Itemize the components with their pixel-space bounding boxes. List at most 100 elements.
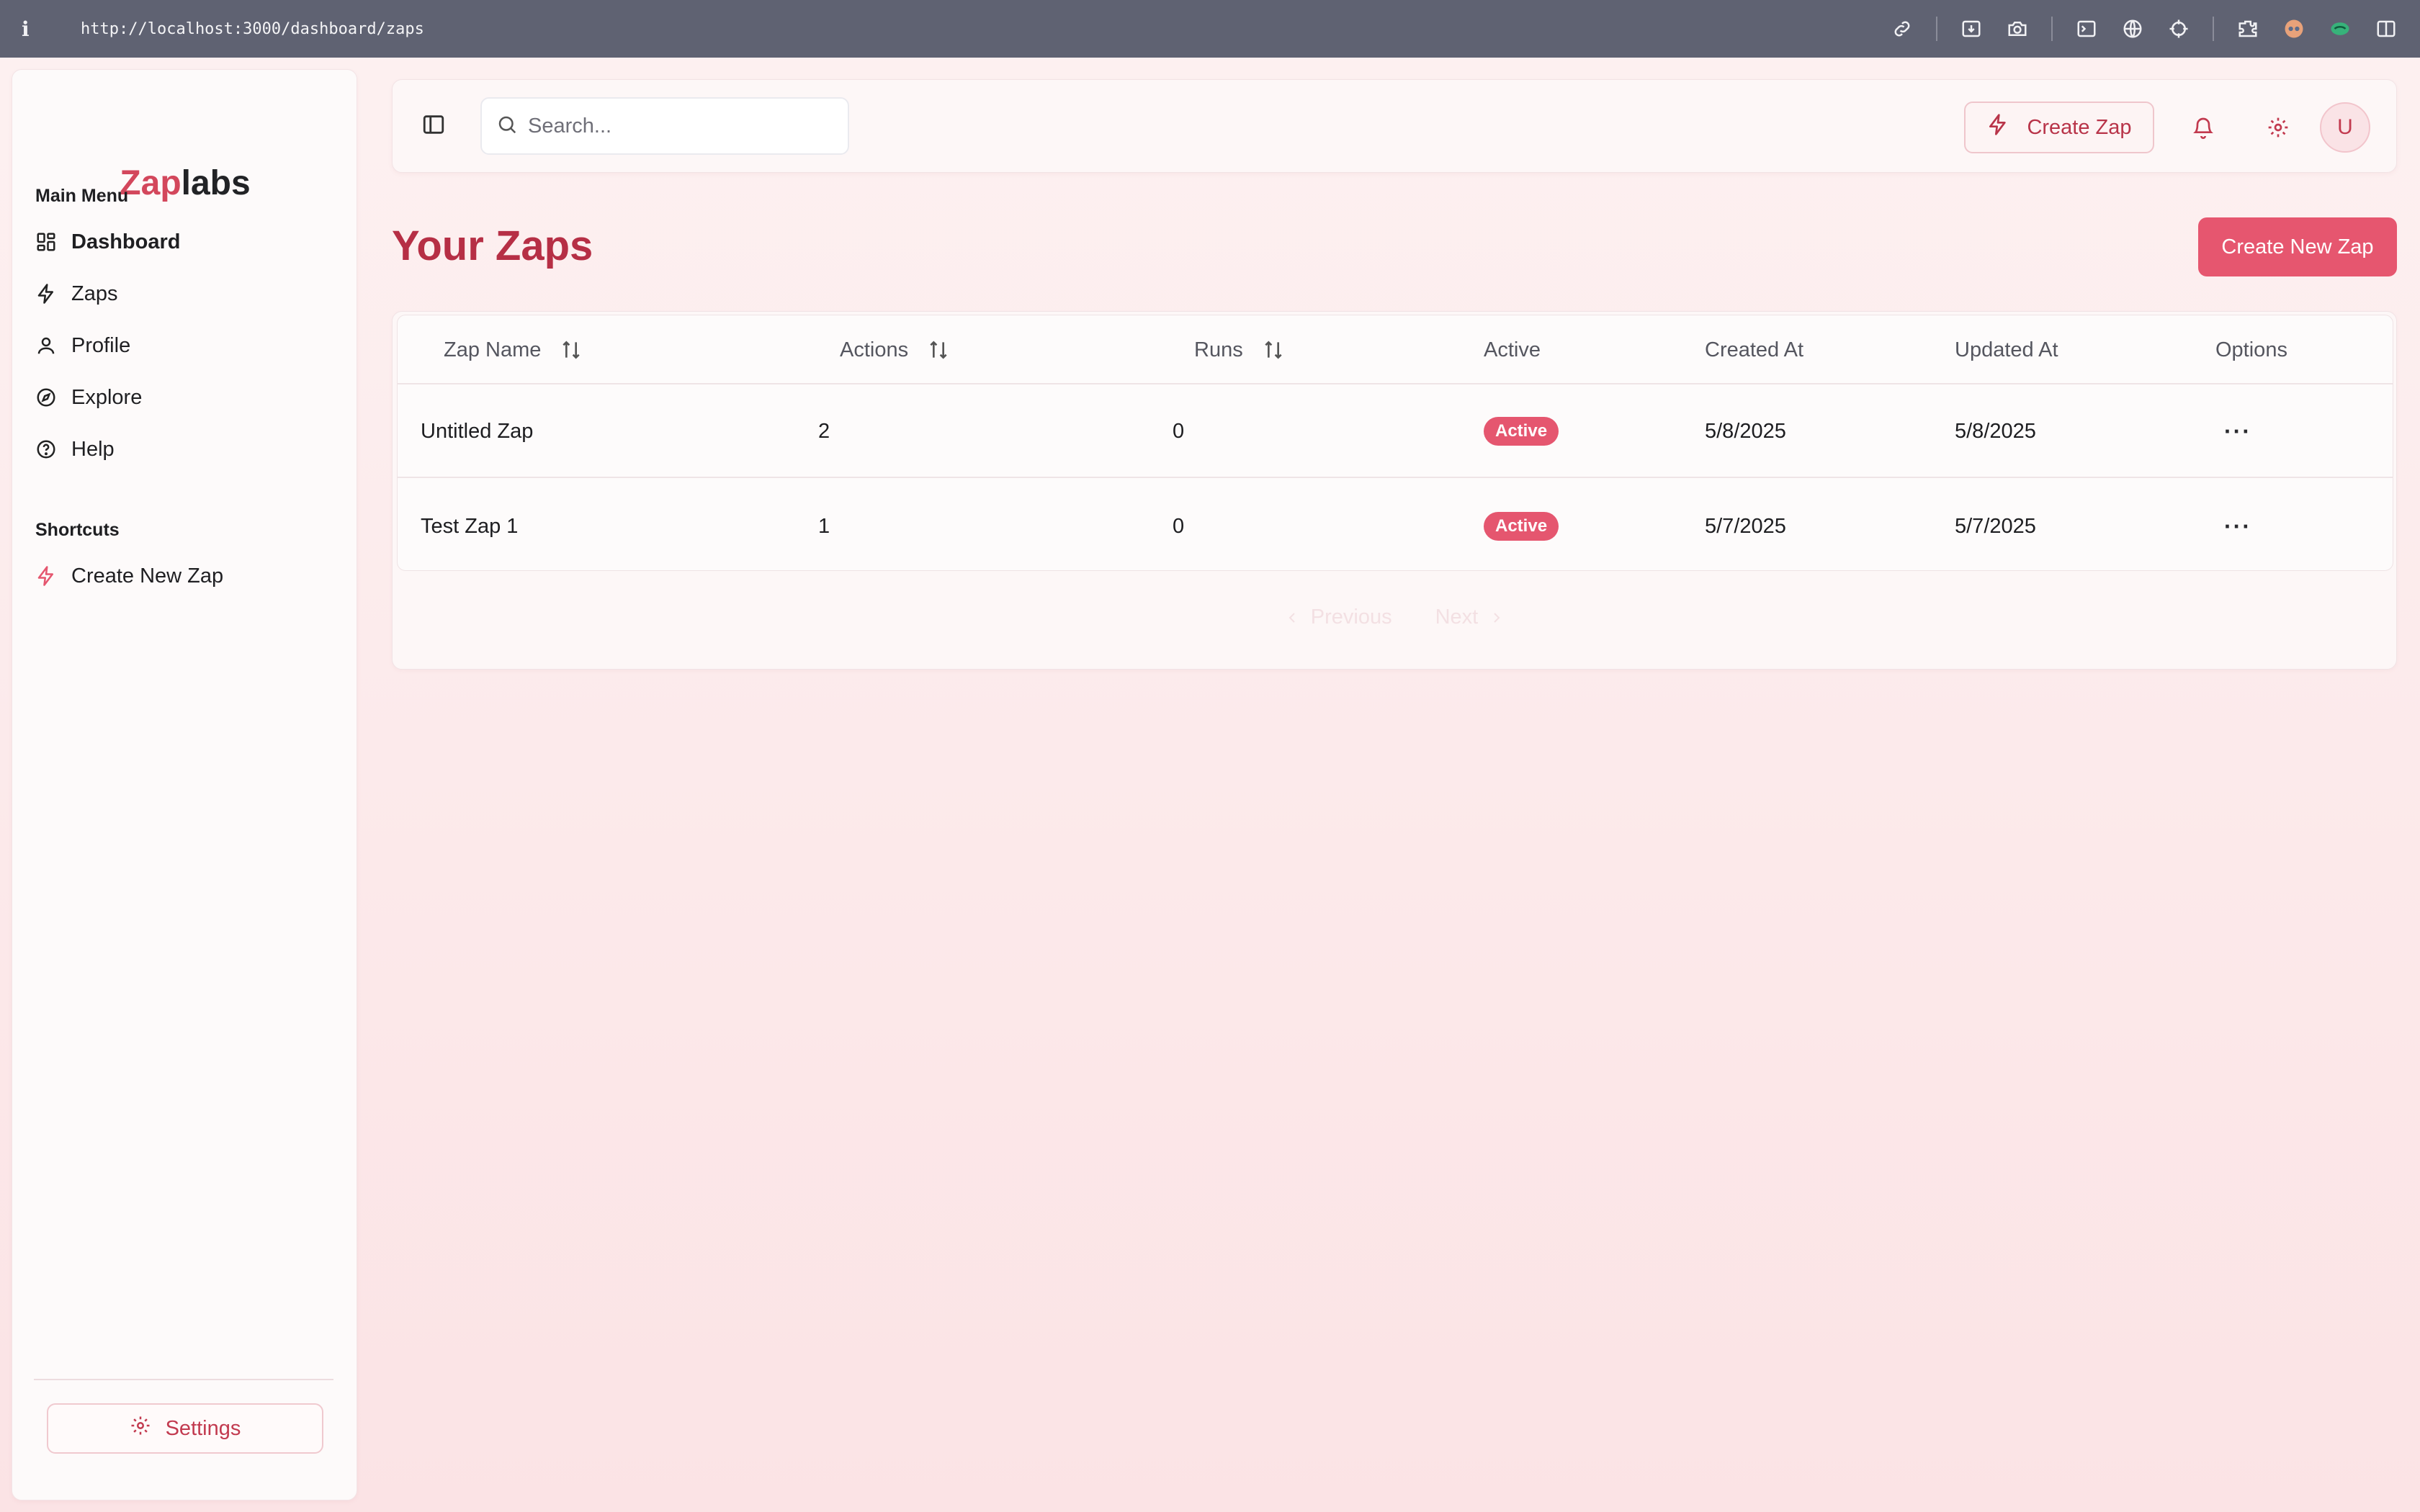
top-header: Create Zap U <box>392 79 2397 173</box>
dashboard-icon <box>34 230 58 254</box>
cell-created-at: 5/8/2025 <box>1705 419 1786 443</box>
user-icon <box>34 333 58 358</box>
column-header-updated-at: Updated At <box>1955 338 2058 361</box>
site-info-icon[interactable]: i <box>22 17 58 41</box>
incognito-icon[interactable] <box>2282 17 2306 41</box>
chevron-left-icon <box>1283 609 1301 626</box>
cell-actions: 2 <box>818 419 830 443</box>
status-badge: Active <box>1484 512 1559 541</box>
pagination: Previous Next <box>393 606 2396 629</box>
column-label: Actions <box>840 338 909 361</box>
shortcut-label: Create New Zap <box>71 564 224 588</box>
table-row[interactable]: Test Zap 1 1 0 Active 5/7/2025 5/7/2025 … <box>398 480 2393 570</box>
column-header-options: Options <box>2215 338 2287 361</box>
previous-label: Previous <box>1310 606 1392 629</box>
sort-icon[interactable] <box>1262 338 1285 361</box>
sidebar-item-label: Help <box>71 437 115 461</box>
column-header-created-at: Created At <box>1705 338 1804 361</box>
cell-options: ··· <box>2224 480 2251 570</box>
shortcut-create-new-zap[interactable]: Create New Zap <box>34 556 336 596</box>
column-label: Runs <box>1194 338 1243 361</box>
settings-label: Settings <box>165 1416 241 1440</box>
zaps-table: Zap Name Actions Runs Active Created At … <box>397 315 2393 571</box>
zap-icon <box>34 564 58 588</box>
next-page-button[interactable]: Next <box>1435 606 1506 629</box>
chevron-right-icon <box>1488 609 1505 626</box>
create-zap-button[interactable]: Create Zap <box>1964 102 2154 153</box>
link-icon[interactable] <box>1890 17 1914 41</box>
sidebar-item-label: Zaps <box>71 282 118 305</box>
column-header-runs[interactable]: Runs <box>1194 315 1285 384</box>
terminal-icon[interactable] <box>2074 17 2099 41</box>
sidebar-item-zaps[interactable]: Zaps <box>34 274 336 314</box>
toolbar-divider <box>2213 17 2214 41</box>
extensions-icon[interactable] <box>2236 17 2260 41</box>
gear-icon[interactable] <box>2264 113 2293 142</box>
sidebar-item-label: Dashboard <box>71 230 181 253</box>
zaps-table-card: Zap Name Actions Runs Active Created At … <box>392 311 2397 670</box>
sidebar-item-label: Profile <box>71 333 131 357</box>
sidebar-item-help[interactable]: Help <box>34 429 336 469</box>
previous-page-button[interactable]: Previous <box>1283 606 1392 629</box>
cell-zap-name[interactable]: Untitled Zap <box>421 384 533 478</box>
sidebar-toggle-icon[interactable] <box>421 112 447 138</box>
main-menu-title: Main Menu <box>35 186 129 206</box>
cell-zap-name[interactable]: Test Zap 1 <box>421 480 518 570</box>
sidebar-item-dashboard[interactable]: Dashboard <box>34 222 336 262</box>
logo-zap: Zap <box>120 164 182 202</box>
sidebar-divider <box>34 1379 333 1380</box>
cell-active: Active <box>1484 384 1559 478</box>
crosshair-icon[interactable] <box>2166 17 2191 41</box>
cell-actions: 1 <box>818 514 830 538</box>
toolbar-divider <box>1936 17 1937 41</box>
zap-icon <box>34 282 58 306</box>
camera-icon[interactable] <box>2005 17 2030 41</box>
more-options-icon[interactable]: ··· <box>2224 513 2251 540</box>
column-label: Zap Name <box>444 338 542 361</box>
cell-runs: 0 <box>1173 419 1185 443</box>
gear-icon <box>130 1415 151 1442</box>
sort-icon[interactable] <box>560 338 583 361</box>
table-header: Zap Name Actions Runs Active Created At … <box>398 315 2393 384</box>
cell-created-at: 5/7/2025 <box>1705 514 1786 538</box>
create-new-zap-button[interactable]: Create New Zap <box>2198 217 2397 276</box>
cell-options: ··· <box>2224 384 2251 478</box>
browser-tools <box>1890 17 2398 41</box>
column-header-actions[interactable]: Actions <box>840 315 950 384</box>
create-zap-label: Create Zap <box>2027 115 2132 139</box>
user-avatar[interactable]: U <box>2320 102 2370 153</box>
page-title: Your Zaps <box>392 222 593 269</box>
address-bar-url[interactable]: http://localhost:3000/dashboard/zaps <box>81 20 424 38</box>
next-label: Next <box>1435 606 1479 629</box>
cell-updated-at: 5/8/2025 <box>1955 419 2036 443</box>
sort-icon[interactable] <box>927 338 950 361</box>
column-header-zap-name[interactable]: Zap Name <box>444 315 583 384</box>
compass-icon <box>34 385 58 410</box>
shortcuts-title: Shortcuts <box>35 520 120 540</box>
logo-labs: labs <box>181 164 251 202</box>
zap-icon <box>1986 113 2009 142</box>
sidebar-item-explore[interactable]: Explore <box>34 377 336 418</box>
cell-updated-at: 5/7/2025 <box>1955 514 2036 538</box>
split-view-icon[interactable] <box>2374 17 2398 41</box>
cell-runs: 0 <box>1173 514 1185 538</box>
search-input[interactable] <box>528 114 830 138</box>
browser-toolbar: i http://localhost:3000/dashboard/zaps <box>0 0 2420 58</box>
more-options-icon[interactable]: ··· <box>2224 418 2251 445</box>
status-badge: Active <box>1484 417 1559 446</box>
search-icon <box>496 114 518 139</box>
shield-icon[interactable] <box>2328 17 2352 41</box>
settings-button[interactable]: Settings <box>47 1403 323 1454</box>
globe-icon[interactable] <box>2120 17 2145 41</box>
search-field[interactable] <box>480 97 849 155</box>
sidebar-item-profile[interactable]: Profile <box>34 325 336 366</box>
help-icon <box>34 437 58 462</box>
column-header-active: Active <box>1484 338 1541 361</box>
cell-active: Active <box>1484 480 1559 570</box>
table-row[interactable]: Untitled Zap 2 0 Active 5/8/2025 5/8/202… <box>398 384 2393 478</box>
bell-icon[interactable] <box>2189 113 2218 142</box>
toolbar-divider <box>2051 17 2053 41</box>
download-icon[interactable] <box>1959 17 1984 41</box>
sidebar-item-label: Explore <box>71 385 143 409</box>
sidebar: Zaplabs Main Menu Dashboard Zaps Profile… <box>12 69 357 1500</box>
